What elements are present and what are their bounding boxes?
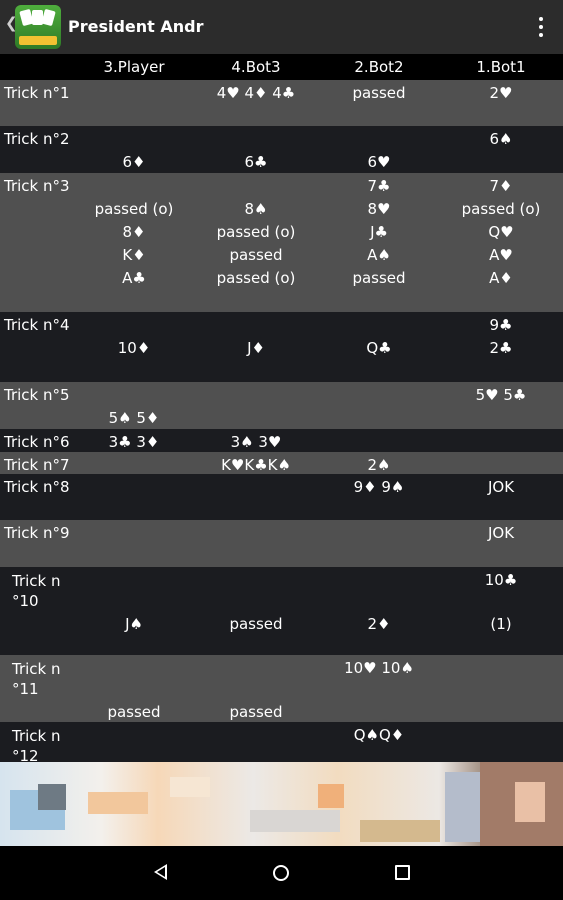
play-cell: passed (o) <box>216 269 296 287</box>
play-cell: 7♦ <box>489 177 513 195</box>
play-cell: A♠ <box>367 246 391 264</box>
play-cell: A♥ <box>489 246 513 264</box>
play-cell: 6♦ <box>122 153 146 171</box>
play-cell: Q♠Q♦ <box>353 726 405 744</box>
nav-home-icon[interactable] <box>273 865 289 881</box>
trick-label: Trick n°3 <box>4 177 70 195</box>
play-cell: 2♦ <box>367 615 391 633</box>
play-cell: 10♣ <box>484 571 518 589</box>
play-cell: K♥K♣K♠ <box>221 456 291 474</box>
trick-row: Trick n°9 JOK <box>0 520 563 567</box>
play-cell: A♣ <box>122 269 146 287</box>
tricks-table: Trick n°1 4♥ 4♦ 4♣ passed 2♥ Trick n°2 6♠ 6♦ 6♣… <box>0 80 563 765</box>
play-cell: J♦ <box>247 339 265 357</box>
play-cell: passed <box>352 84 406 102</box>
overflow-menu-icon[interactable] <box>538 17 544 37</box>
play-cell: JOK <box>487 524 515 542</box>
play-cell: K♦ <box>122 246 146 264</box>
play-cell: 4♥ 4♦ 4♣ <box>216 84 296 102</box>
column-header-bot2: 2.Bot2 <box>354 58 404 76</box>
play-cell: 2♣ <box>489 339 513 357</box>
play-cell: 3♣ 3♦ <box>108 433 160 451</box>
trick-row: Trick n °12 Q♠Q♦ <box>0 722 563 765</box>
trick-label: Trick n°7 <box>4 456 70 474</box>
play-cell: 7♣ <box>367 177 391 195</box>
play-cell: 10♥ 10♠ <box>344 659 414 677</box>
trick-label: Trick n°9 <box>4 524 70 542</box>
column-header-row: 3.Player 4.Bot3 2.Bot2 1.Bot1 <box>0 54 563 80</box>
nav-back-icon[interactable] <box>154 864 167 880</box>
play-cell: passed (o) <box>94 200 174 218</box>
play-cell: 8♥ <box>367 200 391 218</box>
trick-label: Trick n°5 <box>4 386 70 404</box>
play-cell: passed (o) <box>461 200 541 218</box>
column-header-bot1: 1.Bot1 <box>476 58 526 76</box>
trick-row: Trick n°7 K♥K♣K♠ 2♠ <box>0 452 563 474</box>
trick-row: Trick n °10 10♣ J♠ passed 2♦ (1) <box>0 567 563 655</box>
play-cell: 6♥ <box>367 153 391 171</box>
play-cell: 8♠ <box>244 200 268 218</box>
column-header-bot3: 4.Bot3 <box>231 58 281 76</box>
play-cell: 9♦ 9♠ <box>353 478 405 496</box>
trick-label: Trick n °11 <box>12 660 61 698</box>
play-cell: 6♣ <box>244 153 268 171</box>
trick-row: Trick n°3 7♣ 7♦ passed (o) 8♠ 8♥ passed (o) 8♦ p… <box>0 173 563 312</box>
play-cell: passed <box>229 615 283 633</box>
play-cell: JOK <box>487 478 515 496</box>
app-logo[interactable] <box>15 5 61 49</box>
nav-recents-icon[interactable] <box>395 865 410 880</box>
trick-label: Trick n°8 <box>4 478 70 496</box>
play-cell: 5♠ 5♦ <box>108 409 160 427</box>
trick-row: Trick n°6 3♣ 3♦ 3♠ 3♥ <box>0 429 563 452</box>
play-cell: Q♥ <box>488 223 514 241</box>
play-cell: J♠ <box>125 615 143 633</box>
trick-label: Trick n°1 <box>4 84 70 102</box>
trick-row: Trick n°8 9♦ 9♠ JOK <box>0 474 563 520</box>
trick-row: Trick n°4 9♣ 10♦ J♦ Q♣ 2♣ <box>0 312 563 382</box>
play-cell: Q♣ <box>366 339 392 357</box>
column-header-player: 3.Player <box>103 58 165 76</box>
play-cell: A♦ <box>489 269 513 287</box>
trick-row: Trick n °11 10♥ 10♠ passed passed <box>0 655 563 722</box>
play-cell: passed <box>352 269 406 287</box>
trick-row: Trick n°2 6♠ 6♦ 6♣ 6♥ <box>0 126 563 173</box>
play-cell: 2♥ <box>489 84 513 102</box>
play-cell: 2♠ <box>367 456 391 474</box>
play-cell: 9♣ <box>489 316 513 334</box>
play-cell: passed <box>229 703 283 721</box>
trick-row: Trick n°1 4♥ 4♦ 4♣ passed 2♥ <box>0 80 563 126</box>
play-cell: 10♦ <box>117 339 151 357</box>
trick-label: Trick n °12 <box>12 727 61 765</box>
ad-banner[interactable] <box>0 762 563 846</box>
trick-label: Trick n°4 <box>4 316 70 334</box>
trick-row: Trick n°5 5♥ 5♣ 5♠ 5♦ <box>0 382 563 429</box>
app-bar: ❮ President Andr <box>0 0 563 54</box>
play-cell: J♣ <box>370 223 388 241</box>
play-cell: passed (o) <box>216 223 296 241</box>
play-cell: 8♦ <box>122 223 146 241</box>
play-cell: passed <box>229 246 283 264</box>
play-cell: 3♠ 3♥ <box>230 433 282 451</box>
trick-label: Trick n °10 <box>12 572 61 610</box>
play-cell: 5♥ 5♣ <box>475 386 527 404</box>
trick-label: Trick n°6 <box>4 433 70 451</box>
play-cell: (1) <box>490 615 512 633</box>
play-cell: 6♠ <box>489 130 513 148</box>
play-cell: passed <box>107 703 161 721</box>
trick-label: Trick n°2 <box>4 130 70 148</box>
app-title: President Andr <box>68 17 204 36</box>
system-nav-bar <box>0 846 563 900</box>
